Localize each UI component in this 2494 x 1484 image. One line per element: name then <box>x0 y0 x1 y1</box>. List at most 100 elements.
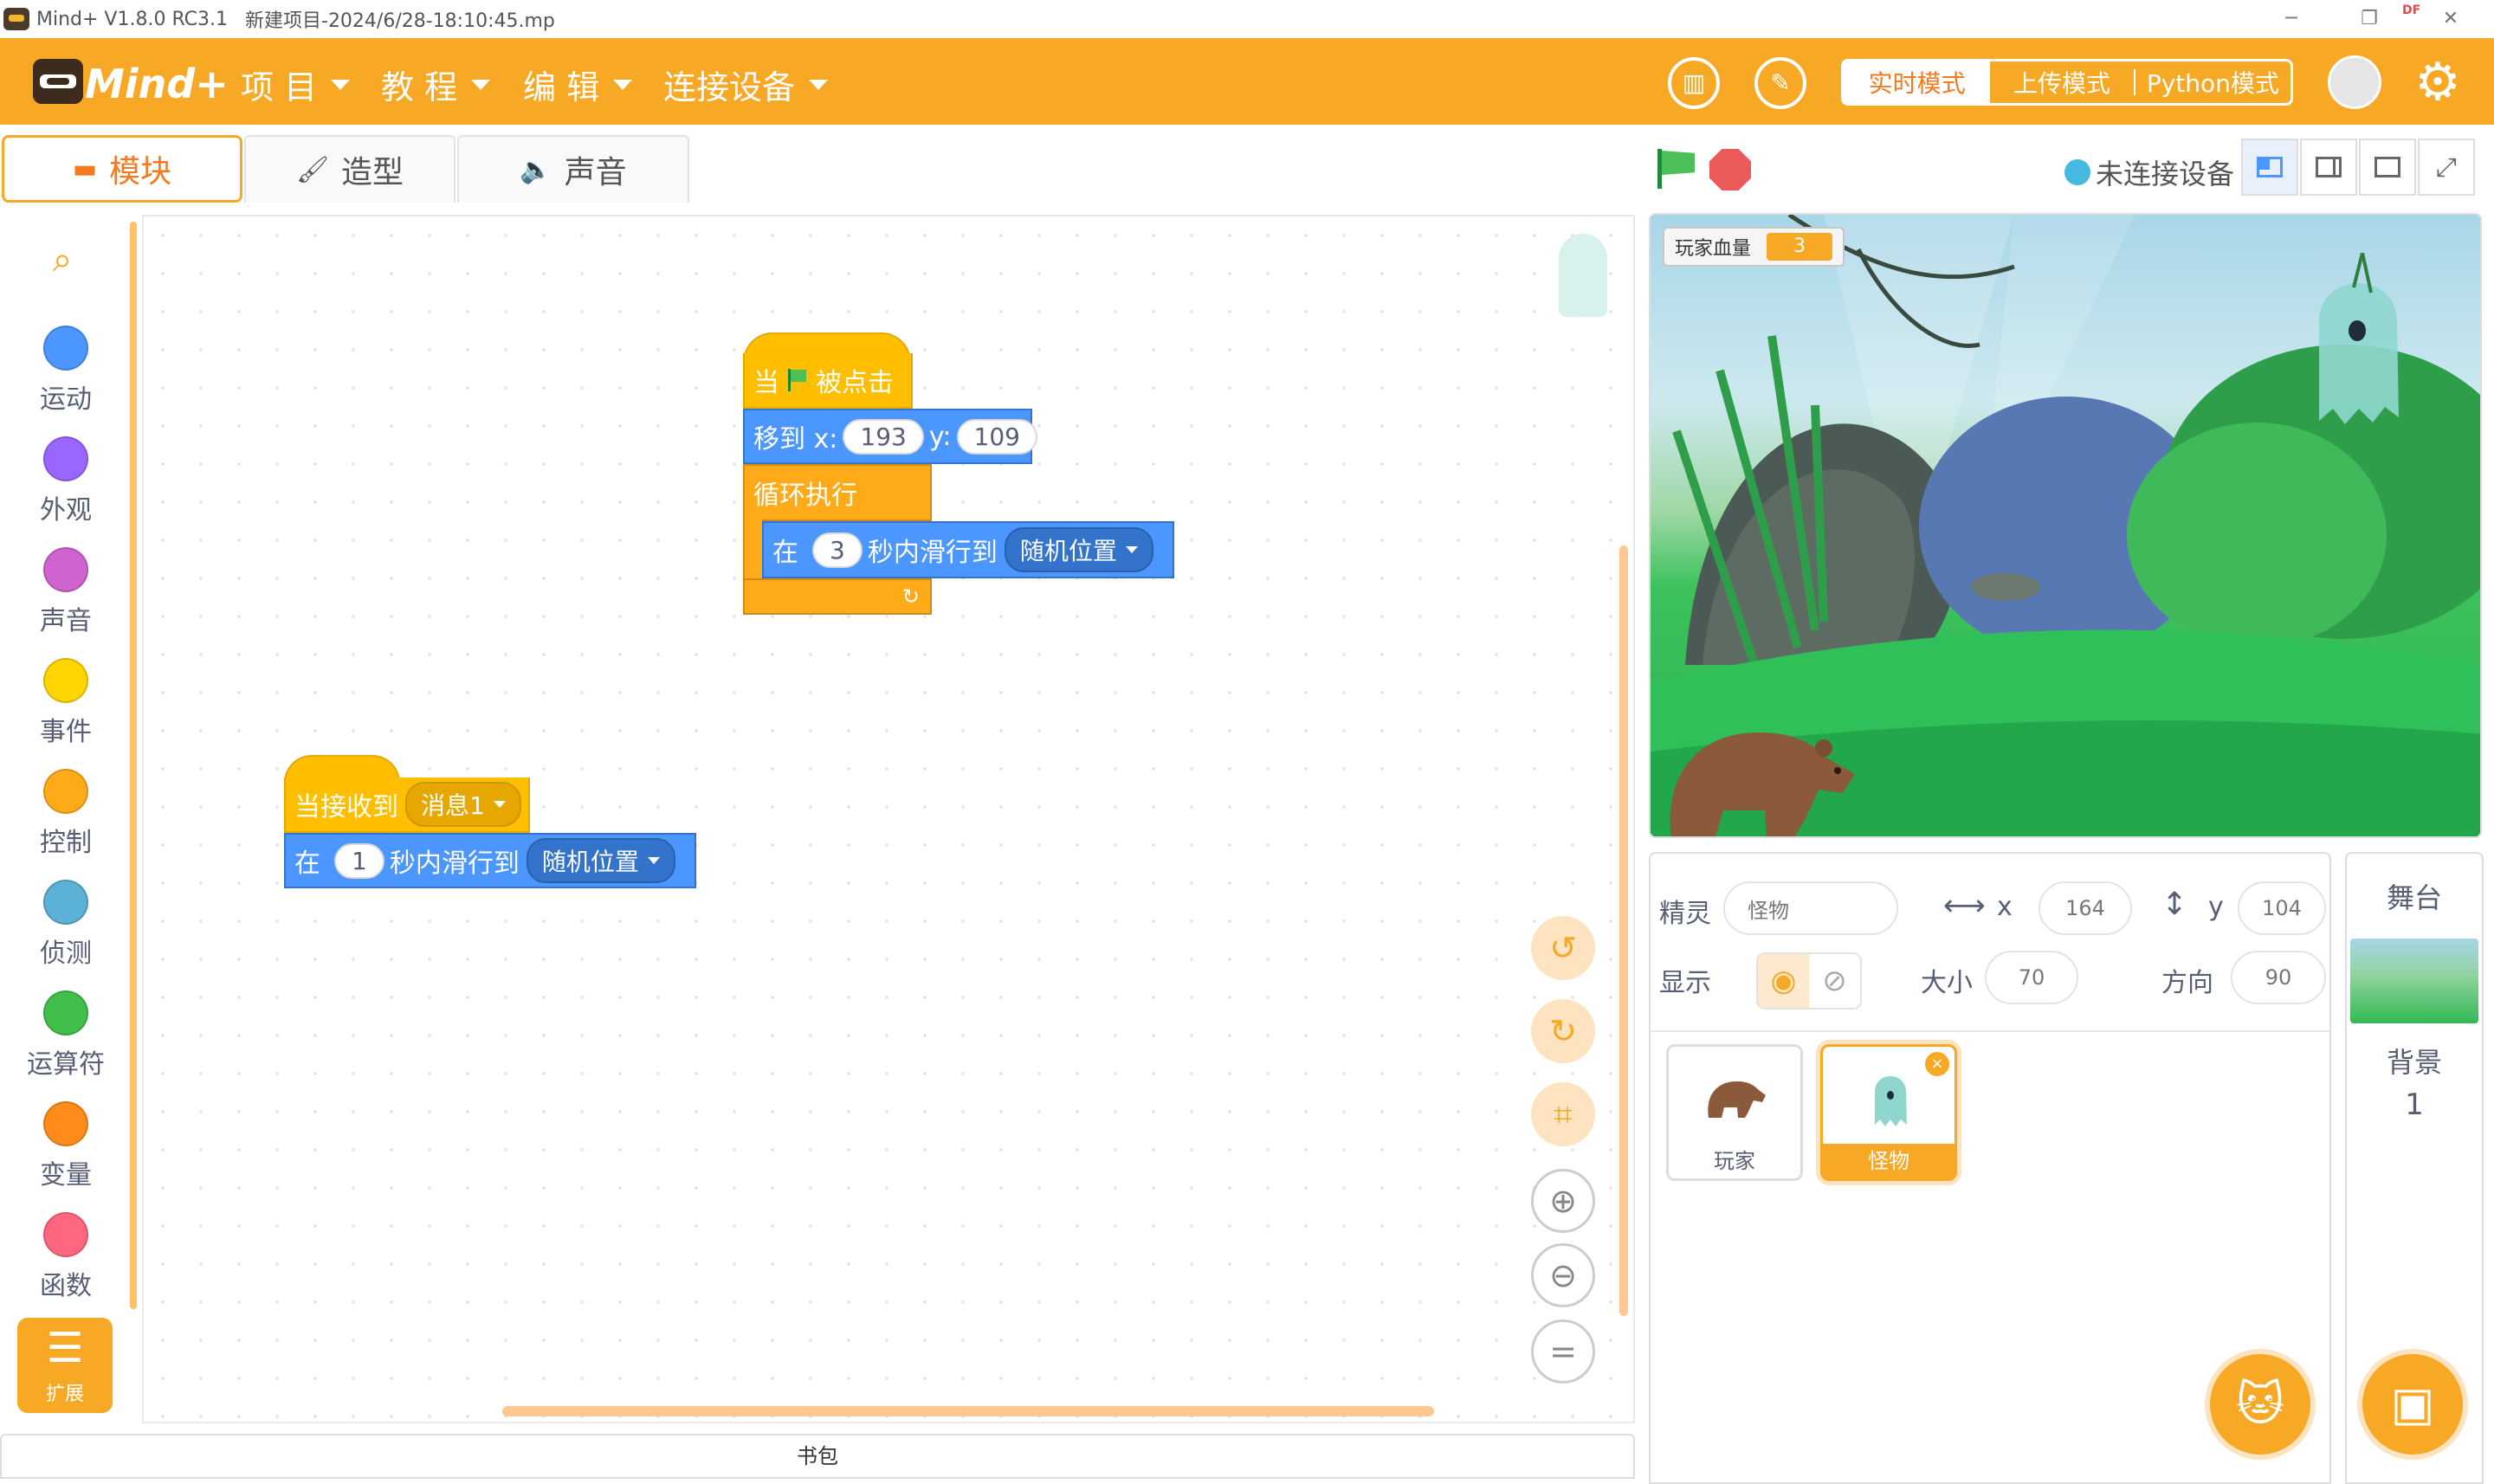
x-label: x <box>1997 892 2013 922</box>
direction-input[interactable]: 90 <box>2231 951 2326 1004</box>
goto-x-input[interactable]: 193 <box>843 418 924 455</box>
stop-icon[interactable] <box>1709 149 1751 190</box>
sprite-tile-player[interactable]: 玩家 <box>1666 1044 1803 1181</box>
category-events[interactable]: 事件 <box>0 658 132 748</box>
robot-logo-icon <box>33 59 83 104</box>
realtime-mode-button[interactable]: 实时模式 <box>1844 61 1991 103</box>
minimize-icon[interactable]: ─ <box>2274 5 2309 33</box>
add-sprite-button[interactable]: 🐱 <box>2205 1349 2316 1460</box>
category-sound[interactable]: 声音 <box>0 547 132 637</box>
category-sensing[interactable]: 侦测 <box>0 880 132 970</box>
user-avatar[interactable] <box>2328 55 2381 109</box>
app-title: Mind+ V1.8.0 RC3.1 <box>36 8 228 30</box>
category-looks[interactable]: 外观 <box>0 436 132 526</box>
y-position-input[interactable]: 104 <box>2238 881 2326 935</box>
tab-costumes[interactable]: 🖌 造型 <box>244 135 456 203</box>
add-backdrop-button[interactable]: ▣ <box>2357 1349 2468 1460</box>
forever-loop-block[interactable]: 循环执行 <box>743 464 932 521</box>
horizontal-arrows-icon: ⟷ <box>1943 888 1986 923</box>
glide-target-dropdown[interactable]: 随机位置 <box>526 838 675 883</box>
fullscreen-button[interactable]: ⤢ <box>2418 139 2475 196</box>
when-flag-clicked-block[interactable]: 当 被点击 <box>743 353 913 409</box>
glide-to-block[interactable]: 在 1 秒内滑行到 随机位置 <box>284 833 696 888</box>
workspace-vertical-scrollbar[interactable] <box>1619 545 1628 1316</box>
large-stage-icon <box>2374 157 2400 177</box>
eye-icon[interactable]: ◉ <box>1758 954 1809 1008</box>
extensions-button[interactable]: ☰ 扩展 <box>17 1318 113 1413</box>
category-functions[interactable]: 函数 <box>0 1212 132 1302</box>
green-flag-button[interactable] <box>1654 149 1696 190</box>
backdrop-count: 1 <box>2405 1087 2424 1122</box>
size-input[interactable]: 70 <box>1985 951 2078 1004</box>
block-categories: ⌕ 运动 外观 声音 事件 控制 侦测 运算符 变量 函数 ☰ 扩展 <box>0 215 132 1423</box>
glide-target-dropdown[interactable]: 随机位置 <box>1004 527 1153 572</box>
eye-off-icon[interactable]: ⊘ <box>1809 954 1860 1008</box>
bear-sprite[interactable] <box>1663 707 1862 838</box>
tab-blocks[interactable]: ▬ 模块 <box>2 135 242 203</box>
df-badge: DF <box>2402 3 2421 17</box>
variable-monitor-player-hp[interactable]: 玩家血量 3 <box>1663 227 1845 267</box>
forever-loop-bottom: ↻ <box>743 578 932 615</box>
dropdown-caret-icon <box>493 801 506 808</box>
dropdown-caret-icon <box>647 857 660 864</box>
category-dot <box>43 326 88 371</box>
when-receive-block[interactable]: 当接收到 消息1 <box>284 777 530 833</box>
vertical-arrows-icon: ↕ <box>2161 887 2188 922</box>
x-position-input[interactable]: 164 <box>2038 881 2132 935</box>
cat-face-icon: 🐱 <box>2235 1377 2285 1431</box>
green-flag-icon <box>788 369 807 391</box>
sprite-tile-monster[interactable]: × 怪物 <box>1820 1044 1957 1181</box>
delete-sprite-icon[interactable]: × <box>1925 1052 1949 1076</box>
tab-sounds[interactable]: 🔈 声音 <box>457 135 689 203</box>
visibility-toggle: ◉ ⊘ <box>1756 952 1862 1010</box>
category-control[interactable]: 控制 <box>0 769 132 859</box>
search-icon[interactable]: ⌕ <box>43 241 81 279</box>
monster-sprite[interactable] <box>2302 253 2414 435</box>
menu-project[interactable]: 项 目 <box>241 61 351 108</box>
sprite-label: 精灵 <box>1659 899 1711 929</box>
goto-y-input[interactable]: 109 <box>956 418 1037 455</box>
upload-mode-button[interactable]: 上传模式 <box>1990 61 2133 103</box>
small-stage-icon <box>2257 157 2283 177</box>
backpack-bar[interactable]: 书包 <box>0 1434 1635 1479</box>
message-dropdown[interactable]: 消息1 <box>405 782 521 827</box>
category-dot <box>43 880 88 925</box>
category-motion[interactable]: 运动 <box>0 326 132 416</box>
gear-icon[interactable]: ⚙ <box>2411 55 2465 109</box>
category-dot <box>43 547 88 592</box>
zoom-in-icon[interactable]: ⊕ <box>1531 1169 1595 1233</box>
zoom-out-icon[interactable]: ⊖ <box>1531 1243 1595 1307</box>
close-icon[interactable]: ✕ <box>2433 5 2468 33</box>
small-stage-layout-button[interactable] <box>2241 139 2298 196</box>
python-mode-button[interactable]: Python模式 <box>2135 61 2290 103</box>
sprite-name-input[interactable]: 怪物 <box>1723 881 1898 935</box>
category-variables[interactable]: 变量 <box>0 1101 132 1191</box>
category-scrollbar[interactable] <box>130 222 137 1309</box>
loop-arrow-icon: ↻ <box>901 584 920 609</box>
brush-icon: 🖌 <box>295 154 330 185</box>
backdrop-label: 背景 <box>2386 1046 2442 1079</box>
normal-stage-layout-button[interactable] <box>2300 139 2357 196</box>
undo-icon[interactable]: ↺ <box>1531 916 1595 980</box>
workspace-horizontal-scrollbar[interactable] <box>502 1406 1434 1416</box>
glide-to-block[interactable]: 在 3 秒内滑行到 随机位置 <box>762 521 1174 578</box>
category-operators[interactable]: 运算符 <box>0 990 132 1081</box>
course-icon[interactable]: ▥ <box>1668 57 1720 109</box>
stage-canvas[interactable]: 玩家血量 3 <box>1649 213 2482 838</box>
large-stage-layout-button[interactable] <box>2359 139 2416 196</box>
stage-thumbnail[interactable] <box>2350 939 2478 1023</box>
crop-icon[interactable]: ⌗ <box>1531 1082 1595 1146</box>
bear-thumbnail <box>1708 1081 1766 1118</box>
redo-icon[interactable]: ↻ <box>1531 999 1595 1063</box>
glide-seconds-input[interactable]: 1 <box>334 842 384 879</box>
feedback-edit-icon[interactable]: ✎ <box>1754 57 1806 109</box>
menu-tutorial[interactable]: 教 程 <box>381 61 491 108</box>
goto-xy-block[interactable]: 移到 x: 193 y: 109 <box>743 409 1037 464</box>
glide-seconds-input[interactable]: 3 <box>812 532 863 568</box>
category-dot <box>43 1101 88 1146</box>
menu-connect-device[interactable]: 连接设备 <box>663 61 829 108</box>
show-label: 显示 <box>1659 968 1711 998</box>
zoom-reset-icon[interactable]: = <box>1531 1319 1595 1384</box>
menu-edit[interactable]: 编 辑 <box>523 61 633 108</box>
restore-icon[interactable]: ❐ <box>2352 5 2387 33</box>
